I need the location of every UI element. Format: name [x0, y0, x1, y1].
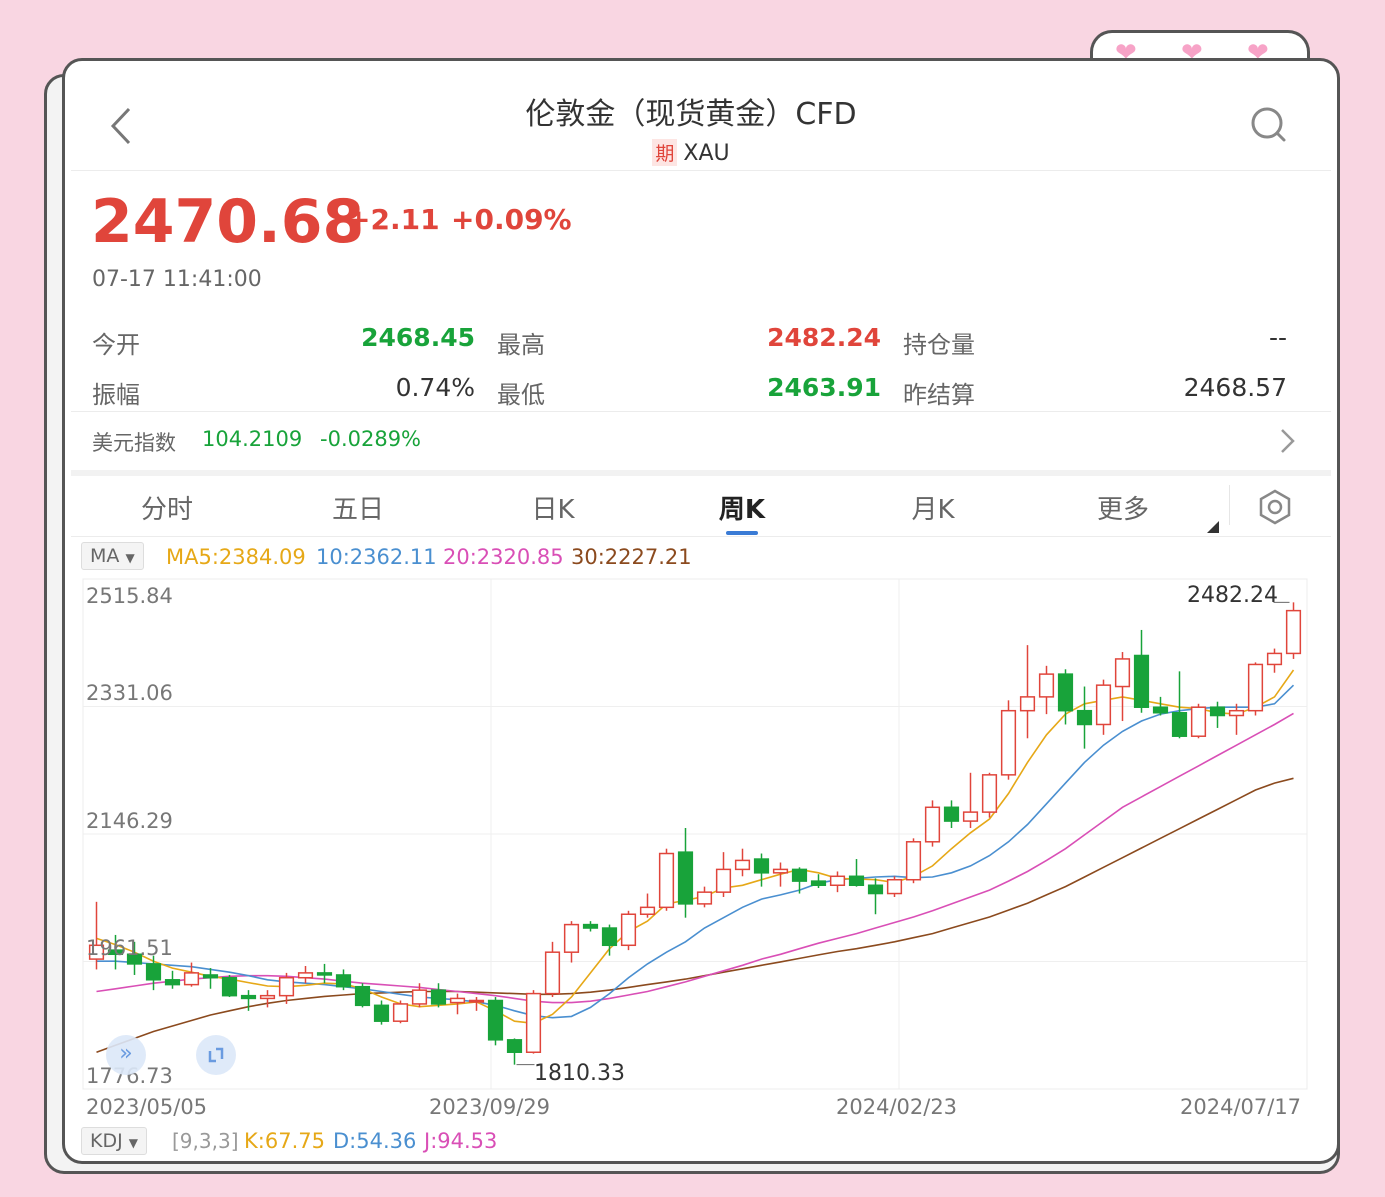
x-axis-label: 2024/07/17 [1180, 1095, 1302, 1119]
candle-up [981, 774, 998, 813]
candle-up [924, 806, 941, 843]
candle-down [1133, 654, 1150, 708]
candle-up [563, 923, 580, 953]
candle-up [1114, 658, 1131, 688]
x-axis-label: 2024/02/23 [836, 1095, 958, 1119]
candle-down [1209, 706, 1226, 717]
candle-up [544, 951, 561, 995]
candle-down [1076, 709, 1093, 726]
y-axis-label: 2331.06 [86, 681, 173, 705]
candle-up [962, 811, 979, 822]
kdj-d-value: D:54.36 [333, 1129, 417, 1153]
candle-up [696, 891, 713, 905]
candle-up [1095, 684, 1112, 726]
candle-down [582, 923, 599, 929]
ma10-line [96, 684, 1295, 1019]
candle-down [506, 1039, 523, 1053]
candle-down [221, 976, 238, 997]
candle-down [943, 806, 960, 822]
candle-up [1190, 706, 1207, 737]
y-axis-label: 2515.84 [86, 584, 173, 608]
kdj-k-value: K:67.75 [244, 1129, 325, 1153]
candle-down [335, 974, 352, 988]
candle-up [1019, 696, 1036, 712]
y-axis-label: 2146.29 [86, 809, 173, 833]
candle-up [715, 868, 732, 893]
kdj-params: [9,3,3] [172, 1129, 239, 1153]
candle-up [772, 868, 789, 874]
candle-up [1247, 663, 1264, 712]
caret-down-icon: ▼ [128, 1136, 138, 1150]
candle-up [183, 972, 200, 986]
candle-down [202, 974, 219, 979]
expand-sidebar-button[interactable]: » [106, 1035, 146, 1075]
min-price-label: 1810.33 [534, 1061, 625, 1086]
candle-down [867, 884, 884, 895]
candle-down [430, 989, 447, 1005]
candle-up [905, 841, 922, 881]
candle-down [1057, 673, 1074, 712]
candle-down [164, 979, 181, 986]
candle-down [354, 985, 371, 1007]
kdj-selector[interactable]: KDJ ▼ [81, 1127, 147, 1155]
candle-down [601, 927, 618, 947]
x-axis-label: 2023/09/29 [429, 1095, 551, 1119]
x-axis-label: 2023/05/05 [86, 1095, 208, 1119]
candle-up [525, 992, 542, 1053]
kdj-selector-label: KDJ [90, 1130, 123, 1152]
candle-down [487, 999, 504, 1041]
candle-down [1171, 712, 1188, 737]
rotate-fullscreen-icon [208, 1047, 224, 1063]
fullscreen-button[interactable] [196, 1035, 236, 1075]
candle-down [145, 963, 162, 981]
candle-down [791, 868, 808, 882]
double-chevron-right-icon: » [119, 1041, 133, 1066]
candle-up [734, 859, 751, 871]
candle-up [639, 906, 656, 915]
candle-up [1000, 709, 1017, 776]
candle-up [297, 972, 314, 979]
candle-up [620, 913, 637, 947]
candle-down [753, 858, 770, 874]
candle-up [392, 1003, 409, 1022]
ma30-line [96, 777, 1294, 1053]
candlestick-chart[interactable] [65, 61, 1337, 1161]
ma20-line [96, 712, 1294, 1004]
candle-down [810, 880, 827, 887]
candle-up [658, 852, 675, 909]
candle-down [677, 851, 694, 905]
candle-up [886, 878, 903, 895]
candle-down [373, 1004, 390, 1022]
max-price-label: 2482.24 [1187, 583, 1278, 608]
candle-down [848, 875, 865, 887]
candle-up [259, 994, 276, 1000]
kdj-j-value: J:94.53 [424, 1129, 498, 1153]
candle-up [411, 989, 428, 1005]
candle-down [240, 994, 257, 1000]
candle-up [449, 997, 466, 1004]
candle-up [829, 875, 846, 887]
candle-up [278, 976, 295, 997]
candle-up [1038, 673, 1055, 698]
y-axis-label: 1961.51 [86, 936, 173, 960]
ma5-line [96, 669, 1295, 1025]
candle-up [468, 999, 485, 1003]
candle-down [316, 972, 333, 976]
candle-down [1152, 706, 1169, 714]
candle-up [1285, 609, 1302, 655]
app-window: 伦敦金（现货黄金）CFD 期 XAU 2470.68 +2.11 +0.09% 0… [62, 58, 1340, 1164]
candle-up [1266, 652, 1283, 666]
candle-up [1228, 709, 1245, 717]
